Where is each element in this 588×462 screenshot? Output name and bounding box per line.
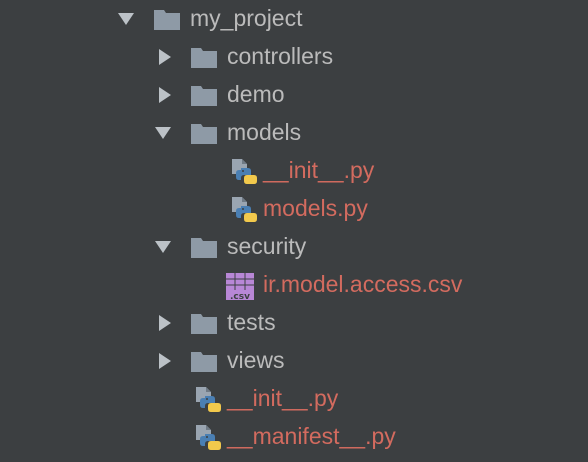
tree-node-demo[interactable]: demo bbox=[0, 76, 588, 114]
folder-icon bbox=[189, 233, 219, 261]
tree-node-models-py[interactable]: models.py bbox=[0, 190, 588, 228]
project-tree: my_project controllers demo models __ini… bbox=[0, 0, 588, 462]
svg-text:.csv: .csv bbox=[230, 292, 250, 301]
tree-node-label: __manifest__.py bbox=[227, 423, 396, 449]
folder-icon bbox=[189, 43, 219, 71]
folder-icon bbox=[189, 119, 219, 147]
python-file-icon bbox=[192, 385, 222, 413]
tree-node-label: __init__.py bbox=[227, 385, 339, 411]
folder-icon bbox=[189, 81, 219, 109]
expand-arrow-icon[interactable] bbox=[153, 237, 173, 257]
tree-node-label: models.py bbox=[263, 195, 368, 221]
collapse-arrow-icon[interactable] bbox=[155, 85, 175, 105]
tree-node-label: my_project bbox=[190, 5, 303, 31]
tree-node-label: views bbox=[227, 347, 285, 373]
tree-node-label: tests bbox=[227, 309, 276, 335]
collapse-arrow-icon[interactable] bbox=[155, 351, 175, 371]
folder-icon bbox=[189, 347, 219, 375]
tree-node-label: __init__.py bbox=[263, 157, 375, 183]
collapse-arrow-icon[interactable] bbox=[155, 313, 175, 333]
collapse-arrow-icon[interactable] bbox=[155, 47, 175, 67]
python-file-icon bbox=[228, 195, 258, 223]
tree-node-manifest-py[interactable]: __manifest__.py bbox=[0, 418, 588, 456]
tree-node-views[interactable]: views bbox=[0, 342, 588, 380]
expand-arrow-icon[interactable] bbox=[153, 123, 173, 143]
tree-node-init-py[interactable]: __init__.py bbox=[0, 380, 588, 418]
folder-icon bbox=[152, 5, 182, 33]
tree-node-label: security bbox=[227, 233, 307, 259]
python-file-icon bbox=[192, 423, 222, 451]
tree-node-label: controllers bbox=[227, 43, 334, 69]
tree-node-label: models bbox=[227, 119, 302, 145]
tree-node-label: demo bbox=[227, 81, 285, 107]
tree-node-security[interactable]: security bbox=[0, 228, 588, 266]
tree-node-label: ir.model.access.csv bbox=[263, 271, 463, 297]
tree-node-models[interactable]: models bbox=[0, 114, 588, 152]
folder-icon bbox=[189, 309, 219, 337]
tree-node-ir-model-access-csv[interactable]: .csv ir.model.access.csv bbox=[0, 266, 588, 304]
python-file-icon bbox=[228, 157, 258, 185]
tree-node-my-project[interactable]: my_project bbox=[0, 0, 588, 38]
csv-file-icon: .csv bbox=[224, 271, 254, 302]
tree-node-models-init-py[interactable]: __init__.py bbox=[0, 152, 588, 190]
tree-node-controllers[interactable]: controllers bbox=[0, 38, 588, 76]
expand-arrow-icon[interactable] bbox=[116, 9, 136, 29]
tree-node-tests[interactable]: tests bbox=[0, 304, 588, 342]
